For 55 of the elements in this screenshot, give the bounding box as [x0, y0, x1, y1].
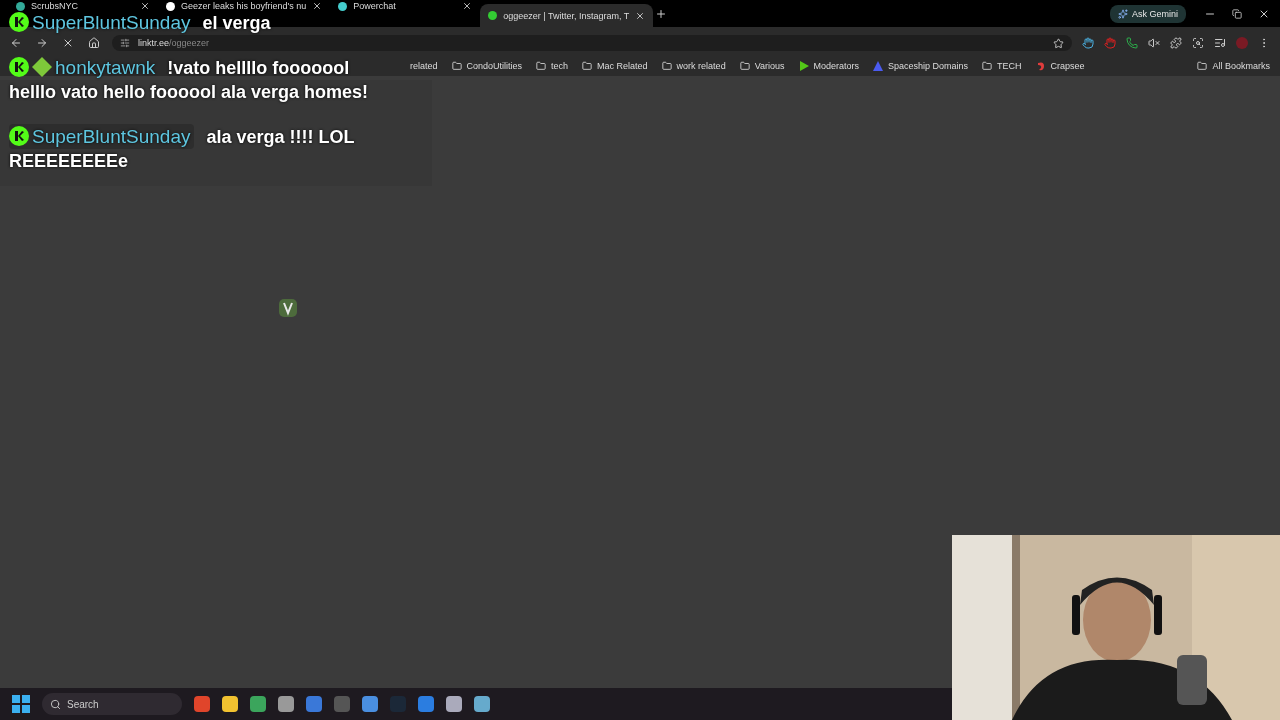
favicon-icon	[166, 1, 175, 11]
forward-icon	[36, 37, 48, 49]
bookmark[interactable]: Various	[739, 61, 785, 71]
browser-tab[interactable]: oggeezer | Twitter, Instagram, T	[480, 4, 654, 27]
browser-tab[interactable]: ScrubsNYC	[8, 1, 158, 11]
close-icon	[62, 37, 74, 49]
close-icon[interactable]	[140, 1, 150, 11]
address-field[interactable]: linktr.ee/oggeezer	[112, 35, 1072, 51]
browser-tab[interactable]: Powerchat	[330, 1, 481, 11]
bookmark[interactable]: tech	[536, 61, 569, 71]
restore-icon	[1232, 9, 1242, 19]
favicon-icon	[16, 1, 25, 11]
bookmark[interactable]: Moderators	[798, 61, 860, 71]
bookmark[interactable]: Crapsee	[1035, 61, 1085, 71]
back-icon	[10, 37, 22, 49]
channel-badge-icon	[9, 126, 29, 146]
play-icon	[798, 61, 809, 71]
channel-badge-icon	[9, 12, 29, 32]
close-icon[interactable]	[462, 1, 473, 11]
ask-button[interactable]: Ask Gemini	[1110, 4, 1186, 23]
browser-tab[interactable]: Geezer leaks his boyfriend's nu	[158, 1, 331, 11]
lens-icon[interactable]	[1192, 37, 1204, 49]
home-icon	[88, 37, 100, 49]
site-settings-icon[interactable]	[120, 38, 130, 48]
bookmark-star-icon[interactable]	[1053, 37, 1064, 49]
bookmark[interactable]: TECH	[982, 61, 1022, 71]
close-icon[interactable]	[312, 1, 323, 11]
bookmark[interactable]: Mac Related	[582, 61, 648, 71]
bookmark[interactable]: work related	[661, 61, 726, 71]
chat-message: SuperBluntSunday el verga	[9, 11, 271, 35]
media-icon[interactable]	[1214, 37, 1226, 49]
sparkle-icon	[1118, 8, 1128, 19]
favicon-icon	[338, 1, 348, 11]
stop-hand-icon[interactable]	[1104, 37, 1116, 49]
phone-icon[interactable]	[1126, 37, 1138, 49]
close-icon[interactable]	[635, 10, 646, 21]
taskbar-search-field[interactable]: Search	[42, 693, 182, 715]
url-text: linktr.ee/oggeezer	[138, 38, 210, 48]
mute-icon[interactable]	[1148, 37, 1160, 49]
start-icon[interactable]	[12, 695, 30, 713]
chat-message: SuperBluntSunday ala verga !!!! LOL REEEEEEEEe	[9, 125, 356, 173]
bookmark[interactable]: related	[410, 61, 438, 71]
plus-icon	[655, 8, 668, 20]
chat-message: honkytawnk !vato hellllo fooooool helllo vato hello foooool ala verga homes!	[9, 56, 370, 104]
home-button[interactable]	[86, 35, 102, 51]
triangle-icon	[873, 61, 884, 71]
extensions-icon[interactable]	[1170, 37, 1182, 49]
bookmark[interactable]: CondoUtilities	[451, 61, 523, 71]
restore-button[interactable]	[1230, 7, 1244, 21]
bookmark[interactable]: Spaceship Domains	[873, 61, 969, 71]
hand-icon[interactable]	[1082, 37, 1094, 49]
favicon-icon	[488, 11, 498, 20]
all-bookmarks[interactable]: All Bookmarks	[1197, 61, 1270, 71]
search-icon	[50, 698, 61, 710]
close-icon	[1258, 8, 1270, 20]
